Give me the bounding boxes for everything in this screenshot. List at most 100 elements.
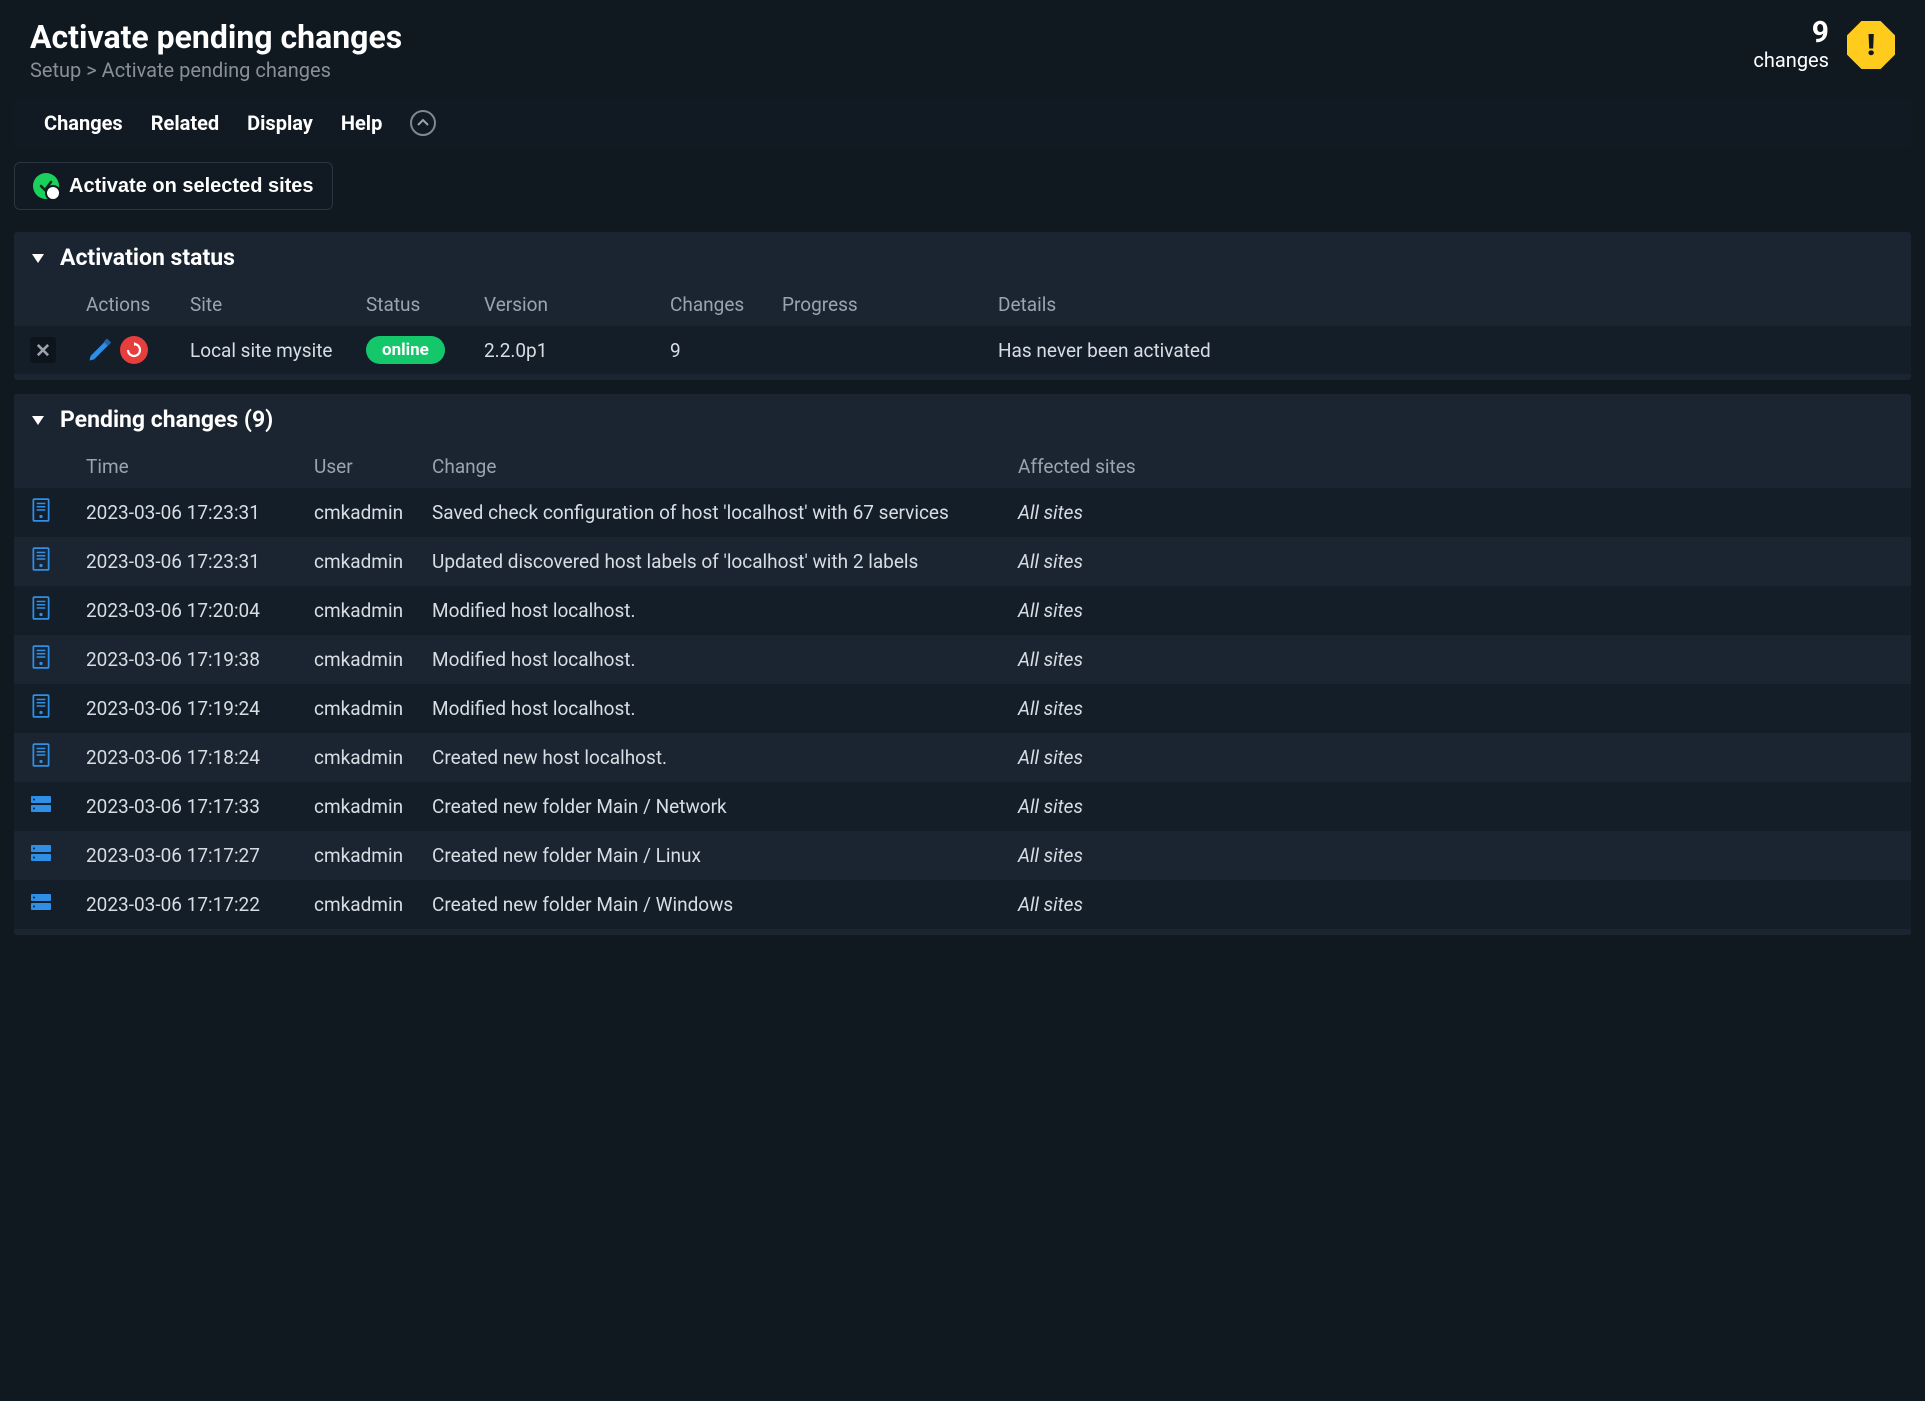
changes-cell: 9 [670, 339, 782, 362]
host-icon [30, 498, 52, 522]
pending-changes-title: Pending changes (9) [60, 406, 273, 433]
col-change: Change [432, 455, 1018, 478]
menubar: Changes Related Display Help [14, 98, 1911, 148]
changes-count-number: 9 [1753, 18, 1829, 48]
change-user-cell: cmkadmin [314, 795, 432, 818]
activation-status-title: Activation status [60, 244, 235, 271]
change-user-cell: cmkadmin [314, 550, 432, 573]
deselect-site-button[interactable]: ✕ [30, 337, 56, 363]
change-user-cell: cmkadmin [314, 599, 432, 622]
change-user-cell: cmkadmin [314, 697, 432, 720]
changes-count-label: changes [1753, 48, 1829, 72]
host-icon [30, 645, 52, 669]
folder-icon [30, 890, 52, 914]
triangle-down-icon [30, 250, 46, 266]
change-user-cell: cmkadmin [314, 893, 432, 916]
pending-change-row: 2023-03-06 17:17:27cmkadminCreated new f… [14, 831, 1911, 880]
activation-status-columns: Actions Site Status Version Changes Prog… [14, 283, 1911, 326]
col-time: Time [86, 455, 314, 478]
collapse-menubar-button[interactable] [410, 110, 436, 136]
col-user: User [314, 455, 432, 478]
activate-on-selected-sites-button[interactable]: Activate on selected sites [14, 162, 333, 210]
affected-sites-cell: All sites [1018, 599, 1895, 622]
change-time-cell: 2023-03-06 17:17:27 [86, 844, 314, 867]
affected-sites-cell: All sites [1018, 746, 1895, 769]
activation-status-section: Activation status Actions Site Status Ve… [14, 232, 1911, 380]
pending-change-row: 2023-03-06 17:17:33cmkadminCreated new f… [14, 782, 1911, 831]
folder-icon [30, 792, 52, 816]
change-description-cell: Updated discovered host labels of 'local… [432, 550, 1018, 573]
col-progress: Progress [782, 293, 998, 316]
change-description-cell: Created new folder Main / Windows [432, 893, 1018, 916]
affected-sites-cell: All sites [1018, 648, 1895, 671]
pending-columns: Time User Change Affected sites [14, 445, 1911, 488]
activate-check-icon [33, 173, 59, 199]
change-time-cell: 2023-03-06 17:17:22 [86, 893, 314, 916]
change-description-cell: Created new folder Main / Linux [432, 844, 1018, 867]
chevron-up-icon [417, 117, 429, 129]
pending-change-row: 2023-03-06 17:17:22cmkadminCreated new f… [14, 880, 1911, 929]
col-actions: Actions [86, 293, 190, 316]
menu-related[interactable]: Related [151, 111, 219, 135]
change-time-cell: 2023-03-06 17:18:24 [86, 746, 314, 769]
pending-change-row: 2023-03-06 17:19:24cmkadminModified host… [14, 684, 1911, 733]
triangle-down-icon [30, 412, 46, 428]
pending-change-row: 2023-03-06 17:18:24cmkadminCreated new h… [14, 733, 1911, 782]
change-time-cell: 2023-03-06 17:23:31 [86, 550, 314, 573]
change-user-cell: cmkadmin [314, 501, 432, 524]
page-header: Activate pending changes Setup > Activat… [0, 0, 1925, 92]
change-time-cell: 2023-03-06 17:20:04 [86, 599, 314, 622]
pending-change-row: 2023-03-06 17:20:04cmkadminModified host… [14, 586, 1911, 635]
pending-changes-header[interactable]: Pending changes (9) [14, 394, 1911, 445]
change-description-cell: Created new host localhost. [432, 746, 1018, 769]
col-changes: Changes [670, 293, 782, 316]
affected-sites-cell: All sites [1018, 795, 1895, 818]
pending-change-row: 2023-03-06 17:23:31cmkadminSaved check c… [14, 488, 1911, 537]
status-badge: online [366, 336, 445, 364]
change-time-cell: 2023-03-06 17:19:24 [86, 697, 314, 720]
version-cell: 2.2.0p1 [484, 339, 670, 362]
pending-changes-section: Pending changes (9) Time User Change Aff… [14, 394, 1911, 935]
change-user-cell: cmkadmin [314, 648, 432, 671]
col-site: Site [190, 293, 366, 316]
warning-icon[interactable]: ! [1847, 21, 1895, 69]
menu-changes[interactable]: Changes [44, 111, 123, 135]
host-icon [30, 743, 52, 767]
page-title: Activate pending changes [30, 18, 402, 56]
change-description-cell: Modified host localhost. [432, 697, 1018, 720]
affected-sites-cell: All sites [1018, 893, 1895, 916]
col-details: Details [998, 293, 1895, 316]
menu-help[interactable]: Help [341, 111, 382, 135]
folder-icon [30, 841, 52, 865]
host-icon [30, 547, 52, 571]
activation-status-header[interactable]: Activation status [14, 232, 1911, 283]
change-user-cell: cmkadmin [314, 746, 432, 769]
pending-change-row: 2023-03-06 17:23:31cmkadminUpdated disco… [14, 537, 1911, 586]
col-version: Version [484, 293, 670, 316]
activation-status-row: ✕ Local site mysite online 2.2.0p1 9 Has… [14, 326, 1911, 374]
affected-sites-cell: All sites [1018, 550, 1895, 573]
change-user-cell: cmkadmin [314, 844, 432, 867]
site-name-cell: Local site mysite [190, 339, 366, 362]
change-description-cell: Modified host localhost. [432, 599, 1018, 622]
change-time-cell: 2023-03-06 17:23:31 [86, 501, 314, 524]
affected-sites-cell: All sites [1018, 844, 1895, 867]
restart-site-button[interactable] [120, 336, 148, 364]
menu-display[interactable]: Display [247, 111, 313, 135]
change-description-cell: Created new folder Main / Network [432, 795, 1018, 818]
host-icon [30, 596, 52, 620]
details-cell: Has never been activated [998, 339, 1895, 362]
activate-button-label: Activate on selected sites [69, 175, 314, 198]
col-status: Status [366, 293, 484, 316]
change-time-cell: 2023-03-06 17:17:33 [86, 795, 314, 818]
affected-sites-cell: All sites [1018, 697, 1895, 720]
change-time-cell: 2023-03-06 17:19:38 [86, 648, 314, 671]
change-description-cell: Modified host localhost. [432, 648, 1018, 671]
change-description-cell: Saved check configuration of host 'local… [432, 501, 1018, 524]
host-icon [30, 694, 52, 718]
changes-count[interactable]: 9 changes [1753, 18, 1829, 72]
edit-site-button[interactable] [86, 336, 114, 364]
breadcrumb[interactable]: Setup > Activate pending changes [30, 58, 402, 82]
affected-sites-cell: All sites [1018, 501, 1895, 524]
col-affected: Affected sites [1018, 455, 1895, 478]
